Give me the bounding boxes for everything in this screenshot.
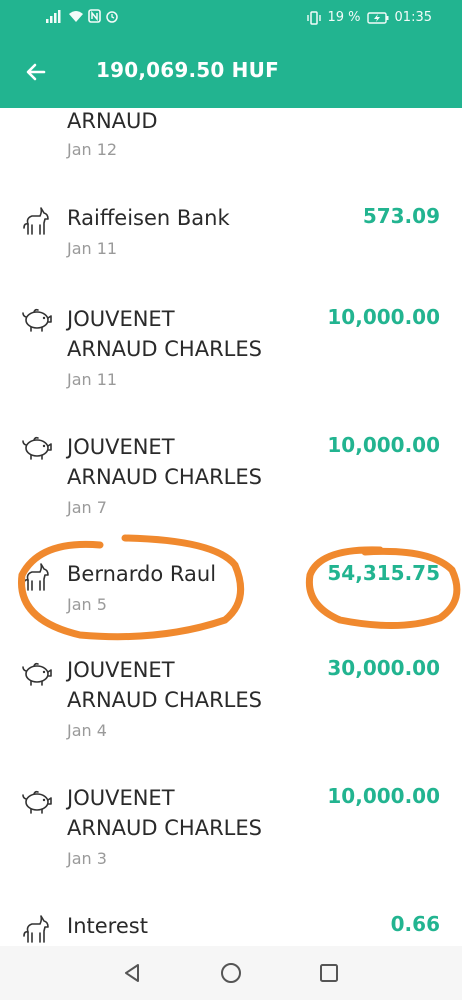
clock: 01:35 bbox=[394, 10, 432, 25]
transaction-date: Jan 12 bbox=[67, 140, 118, 159]
toolbar: 190,069.50 HUF bbox=[0, 44, 462, 100]
status-icons-left bbox=[46, 9, 119, 23]
transaction-name-line1: JOUVENET bbox=[67, 307, 175, 331]
wifi-icon bbox=[69, 11, 83, 22]
nav-home-button[interactable] bbox=[217, 959, 245, 987]
transaction-name-line2: ARNAUD CHARLES bbox=[67, 337, 262, 361]
transaction-date: Jan 7 bbox=[67, 498, 107, 517]
transaction-name-line2: ARNAUD CHARLES bbox=[67, 688, 262, 712]
piggy-bank-icon bbox=[22, 662, 52, 686]
app-header: 19 % 01:35 190,069.50 HUF bbox=[0, 0, 462, 108]
transaction-date: Jan 5 bbox=[67, 595, 107, 614]
transaction-row[interactable]: Bernardo Raul Jan 5 54,315.75 bbox=[0, 554, 462, 634]
account-balance-title: 190,069.50 HUF bbox=[96, 58, 279, 82]
vibrate-icon bbox=[306, 10, 321, 25]
nav-recents-button[interactable] bbox=[315, 959, 343, 987]
transaction-name: Bernardo Raul bbox=[67, 562, 217, 586]
system-nav-bar bbox=[0, 946, 462, 1000]
transaction-name-line1: JOUVENET bbox=[67, 658, 175, 682]
status-bar: 19 % 01:35 bbox=[0, 0, 462, 36]
square-recents-icon bbox=[320, 964, 338, 982]
transaction-amount: 54,315.75 bbox=[327, 561, 440, 585]
transaction-row[interactable]: JOUVENET ARNAUD CHARLES Jan 11 10,000.00 bbox=[0, 294, 462, 404]
unicorn-icon bbox=[23, 563, 49, 591]
unicorn-icon bbox=[23, 915, 49, 943]
transaction-date: Jan 11 bbox=[67, 370, 118, 389]
piggy-bank-icon bbox=[22, 308, 52, 332]
transaction-amount: 10,000.00 bbox=[327, 305, 440, 329]
piggy-bank-icon bbox=[22, 436, 52, 460]
transaction-date: Jan 3 bbox=[67, 849, 107, 868]
transaction-list[interactable]: ARNAUD Jan 12 Raiffeisen Bank Jan 11 573… bbox=[0, 108, 462, 946]
transaction-row[interactable]: JOUVENET ARNAUD CHARLES Jan 3 10,000.00 bbox=[0, 776, 462, 886]
transaction-amount: 0.66 bbox=[390, 912, 440, 936]
triangle-back-icon bbox=[125, 964, 139, 982]
transaction-amount: 10,000.00 bbox=[327, 433, 440, 457]
piggy-bank-icon bbox=[22, 790, 52, 814]
unicorn-icon bbox=[23, 207, 49, 235]
arrow-left-icon bbox=[26, 63, 46, 81]
transaction-name: Interest bbox=[67, 914, 148, 938]
battery-percent: 19 % bbox=[327, 10, 361, 25]
circle-home-icon bbox=[221, 963, 241, 983]
signal-icon bbox=[46, 10, 61, 23]
transaction-row[interactable]: ARNAUD Jan 12 bbox=[0, 108, 462, 170]
status-icons-right: 19 % 01:35 bbox=[306, 10, 432, 25]
nav-back-button[interactable] bbox=[118, 959, 146, 987]
alarm-icon bbox=[106, 11, 118, 23]
battery-charging-icon bbox=[366, 11, 389, 24]
transaction-row[interactable]: Interest 0.66 bbox=[0, 904, 462, 946]
transaction-row[interactable]: JOUVENET ARNAUD CHARLES Jan 4 30,000.00 bbox=[0, 648, 462, 758]
transaction-name-line1: JOUVENET bbox=[67, 786, 175, 810]
transaction-row[interactable]: JOUVENET ARNAUD CHARLES Jan 7 10,000.00 bbox=[0, 422, 462, 532]
transaction-amount: 30,000.00 bbox=[327, 656, 440, 680]
back-button[interactable] bbox=[18, 54, 54, 90]
nfc-icon bbox=[88, 9, 101, 23]
transaction-date: Jan 4 bbox=[67, 721, 107, 740]
transaction-name-line2: ARNAUD CHARLES bbox=[67, 816, 262, 840]
transaction-date: Jan 11 bbox=[67, 239, 118, 258]
transaction-amount: 573.09 bbox=[362, 204, 440, 228]
transaction-amount: 10,000.00 bbox=[327, 784, 440, 808]
transaction-row[interactable]: Raiffeisen Bank Jan 11 573.09 bbox=[0, 196, 462, 276]
transaction-name: Raiffeisen Bank bbox=[67, 206, 230, 230]
transaction-name-line2: ARNAUD CHARLES bbox=[67, 465, 262, 489]
transaction-name-line1: JOUVENET bbox=[67, 435, 175, 459]
transaction-name-line2: ARNAUD bbox=[67, 109, 158, 133]
